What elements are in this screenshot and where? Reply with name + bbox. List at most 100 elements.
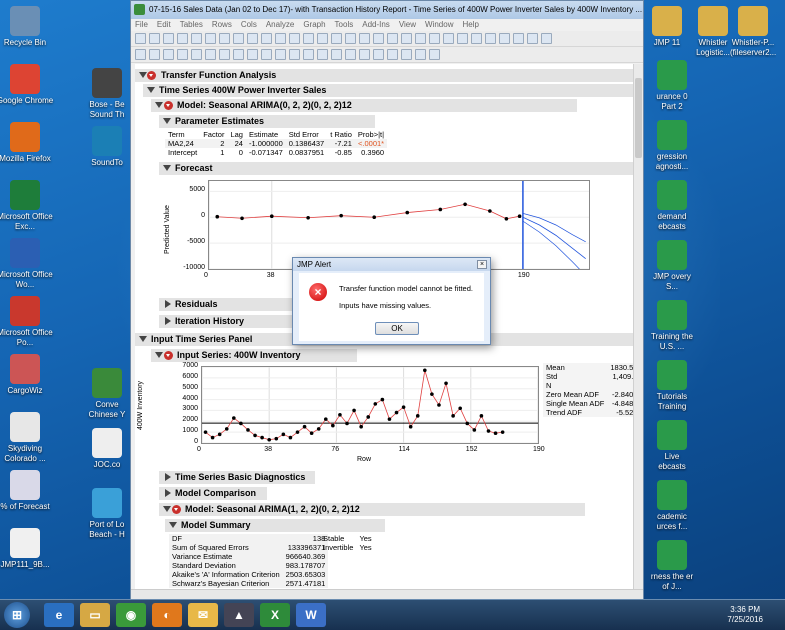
system-clock[interactable]: 3:36 PM 7/25/2016 — [727, 605, 763, 625]
menu-tables[interactable]: Tables — [180, 20, 203, 29]
word-icon[interactable]: W — [296, 603, 326, 627]
mail-icon[interactable]: ✉ — [188, 603, 218, 627]
outline-transfer-function[interactable]: Transfer Function Analysis — [135, 69, 635, 82]
alert-ok-button[interactable]: OK — [375, 322, 419, 335]
menu-rows[interactable]: Rows — [212, 20, 232, 29]
vertical-scrollbar[interactable] — [633, 64, 643, 592]
toolbar-button[interactable] — [177, 49, 188, 60]
ie-icon[interactable]: e — [44, 603, 74, 627]
outline-model-1[interactable]: Model: Seasonal ARIMA(0, 2, 2)(0, 2, 2)1… — [151, 99, 577, 112]
desktop-icon[interactable]: Conve Chinese Y — [84, 368, 130, 420]
desktop-icon[interactable]: gression agnosti... — [650, 120, 694, 172]
toolbar-button[interactable] — [317, 49, 328, 60]
window-titlebar[interactable]: 07-15-16 Sales Data (Jan 02 to Dec 17)- … — [131, 1, 643, 19]
desktop-icon[interactable]: CargoWiz — [0, 354, 56, 396]
chrome-icon[interactable]: ◉ — [116, 603, 146, 627]
disclosure-closed-icon[interactable] — [165, 300, 171, 308]
toolbar-button[interactable] — [387, 49, 398, 60]
disclosure-open-icon[interactable] — [147, 87, 155, 93]
desktop-icon[interactable]: JMP overy S... — [650, 240, 694, 292]
excel-icon[interactable]: X — [260, 603, 290, 627]
menu-cols[interactable]: Cols — [241, 20, 257, 29]
menu-view[interactable]: View — [399, 20, 416, 29]
menu-help[interactable]: Help — [462, 20, 478, 29]
disclosure-open-icon[interactable] — [169, 522, 177, 528]
toolbar-button[interactable] — [401, 49, 412, 60]
toolbar-button[interactable] — [513, 33, 524, 44]
desktop-icon[interactable]: Bose - Be Sound Th — [84, 68, 130, 120]
toolbar-button[interactable] — [135, 33, 146, 44]
toolbar-button[interactable] — [261, 33, 272, 44]
desktop-icon[interactable]: Microsoft Office Po... — [0, 296, 56, 348]
menu-addins[interactable]: Add-Ins — [362, 20, 390, 29]
toolbar-button[interactable] — [177, 33, 188, 44]
input-series-plot[interactable] — [201, 366, 539, 444]
toolbar-button[interactable] — [317, 33, 328, 44]
red-triangle-menu-icon[interactable] — [164, 101, 173, 110]
menu-edit[interactable]: Edit — [157, 20, 171, 29]
folder-icon[interactable]: ▭ — [80, 603, 110, 627]
red-triangle-menu-icon[interactable] — [147, 71, 156, 80]
toolbar-button[interactable] — [387, 33, 398, 44]
disclosure-closed-icon[interactable] — [165, 473, 171, 481]
disclosure-closed-icon[interactable] — [165, 489, 171, 497]
desktop-icon[interactable]: rness the er of J... — [650, 540, 694, 592]
desktop-icon[interactable]: Live ebcasts — [650, 420, 694, 472]
toolbar-button[interactable] — [527, 33, 538, 44]
toolbar-button[interactable] — [373, 33, 384, 44]
outline-parameter-estimates[interactable]: Parameter Estimates — [159, 115, 375, 128]
desktop-icon[interactable]: Microsoft Office Exc... — [0, 180, 56, 232]
menu-file[interactable]: File — [135, 20, 148, 29]
desktop-icon[interactable]: Training the U.S. ... — [650, 300, 694, 352]
toolbar-button[interactable] — [149, 49, 160, 60]
toolbar-button[interactable] — [471, 33, 482, 44]
outline-forecast[interactable]: Forecast — [159, 162, 635, 175]
toolbar-button[interactable] — [261, 49, 272, 60]
desktop-icon[interactable]: % of Forecast — [0, 470, 56, 512]
toolbar-button[interactable] — [359, 49, 370, 60]
toolbar-button[interactable] — [275, 33, 286, 44]
toolbar-button[interactable] — [303, 33, 314, 44]
toolbar-button[interactable] — [247, 33, 258, 44]
disclosure-closed-icon[interactable] — [165, 317, 171, 325]
toolbar-button[interactable] — [191, 49, 202, 60]
toolbar-button[interactable] — [485, 33, 496, 44]
disclosure-open-icon[interactable] — [163, 118, 171, 124]
toolbar-button[interactable] — [275, 49, 286, 60]
toolbar-button[interactable] — [289, 49, 300, 60]
toolbar-button[interactable] — [219, 33, 230, 44]
toolbar-button[interactable] — [373, 49, 384, 60]
toolbar-button[interactable] — [541, 33, 552, 44]
toolbar-button[interactable] — [499, 33, 510, 44]
disclosure-open-icon[interactable] — [155, 352, 163, 358]
disclosure-open-icon[interactable] — [163, 165, 171, 171]
desktop-icon[interactable]: JMP 11 — [644, 6, 690, 48]
toolbar-button[interactable] — [219, 49, 230, 60]
desktop-icon[interactable]: Skydiving Colorado ... — [0, 412, 56, 464]
toolbar-button[interactable] — [401, 33, 412, 44]
desktop-icon[interactable]: urance 0 Part 2 — [650, 60, 694, 112]
disclosure-open-icon[interactable] — [163, 506, 171, 512]
toolbar-button[interactable] — [429, 49, 440, 60]
toolbar-button[interactable] — [233, 33, 244, 44]
toolbar-button[interactable] — [163, 33, 174, 44]
toolbar-button[interactable] — [415, 33, 426, 44]
outline-model-2[interactable]: Model: Seasonal ARIMA(1, 2, 2)(0, 2, 2)1… — [159, 503, 585, 516]
firefox-icon[interactable]: ◐ — [152, 603, 182, 627]
desktop-icon[interactable]: Port of Lo Beach - H — [84, 488, 130, 540]
toolbar-button[interactable] — [429, 33, 440, 44]
toolbar-button[interactable] — [415, 49, 426, 60]
toolbar-button[interactable] — [233, 49, 244, 60]
menu-analyze[interactable]: Analyze — [266, 20, 294, 29]
red-triangle-menu-icon[interactable] — [172, 505, 181, 514]
desktop-icon[interactable]: Microsoft Office Wo... — [0, 238, 56, 290]
toolbar-button[interactable] — [205, 49, 216, 60]
toolbar-button[interactable] — [359, 33, 370, 44]
toolbar-button[interactable] — [135, 49, 146, 60]
outline-input-series[interactable]: Input Series: 400W Inventory — [151, 349, 357, 362]
menu-tools[interactable]: Tools — [335, 20, 354, 29]
desktop-icon[interactable]: Recycle Bin — [0, 6, 56, 48]
menu-window[interactable]: Window — [425, 20, 453, 29]
desktop-icon[interactable]: Mozilla Firefox — [0, 122, 56, 164]
desktop-icon[interactable]: Tutorials Training — [650, 360, 694, 412]
